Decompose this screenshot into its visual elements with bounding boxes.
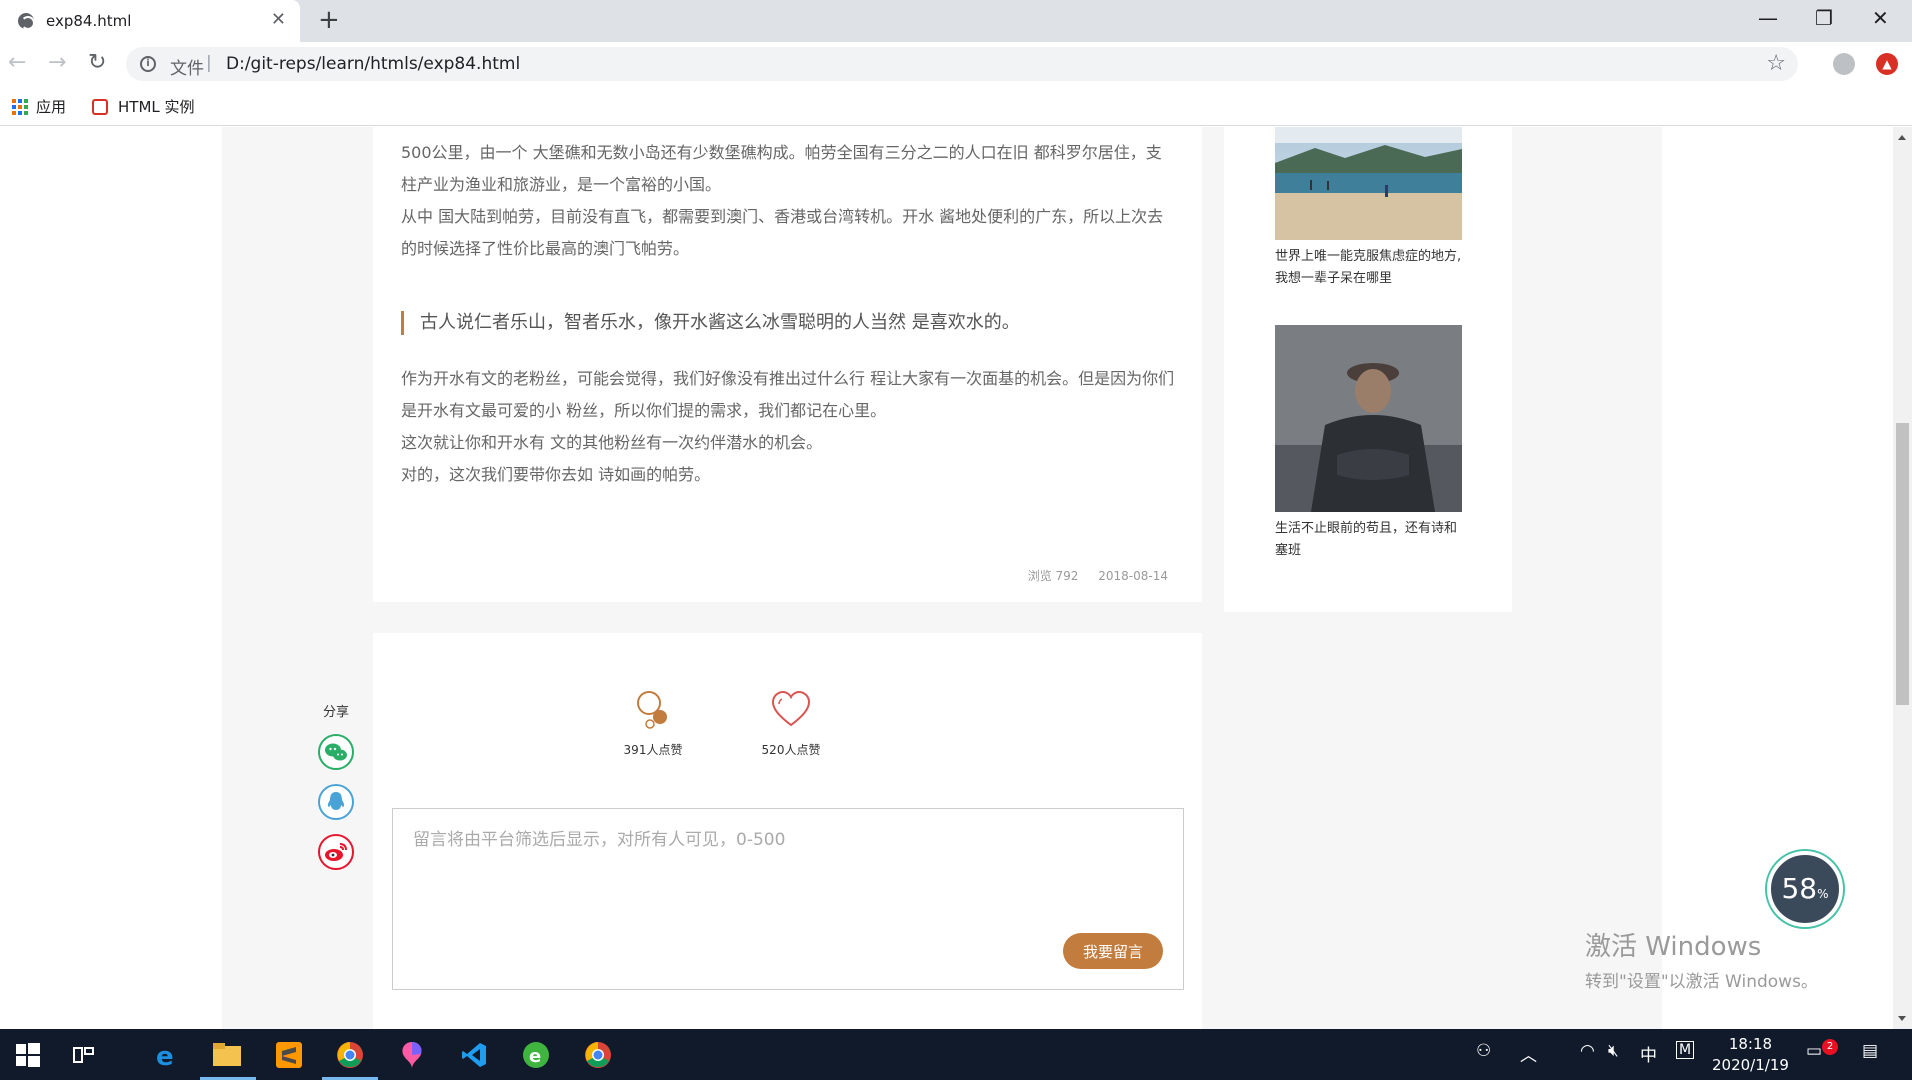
article-body: 500公里，由一个 大堡礁和无数小岛还有少数堡礁构成。帕劳全国有三分之二的人口在… xyxy=(373,127,1202,602)
notification-badge: 2 xyxy=(1822,1039,1838,1055)
address-separator: | xyxy=(206,53,212,73)
like-button-heart[interactable]: 520人点赞 xyxy=(751,689,831,758)
article-paragraph: 这次就让你和开水有 文的其他粉丝有一次约伴潜水的机会。 xyxy=(401,433,823,452)
address-bar[interactable]: i 文件 | D:/git-reps/learn/htmls/exp84.htm… xyxy=(126,47,1798,81)
publish-date: 2018-08-14 xyxy=(1098,569,1168,583)
close-window-button[interactable]: ✕ xyxy=(1872,6,1889,30)
article-quote: 古人说仁者乐山，智者乐水，像开水酱这么冰雪聪明的人当然 是喜欢水的。 xyxy=(401,311,1020,335)
view-count: 浏览 792 xyxy=(1027,569,1079,583)
browser-toolbar: ← → ↻ i 文件 | D:/git-reps/learn/htmls/exp… xyxy=(0,42,1912,86)
paint-app-icon[interactable] xyxy=(396,1039,428,1071)
scheme-label: 文件 xyxy=(170,59,204,79)
interaction-panel: 391人点赞 520人点赞 我要留言 xyxy=(373,633,1202,1029)
html-icon xyxy=(92,98,108,115)
bookmark-apps[interactable]: 应用 xyxy=(12,96,66,117)
profile-avatar-icon[interactable] xyxy=(1833,53,1855,75)
comment-box: 我要留言 xyxy=(392,808,1184,990)
like-count: 520人点赞 xyxy=(761,743,821,757)
article-paragraph: 对的，这次我们要带你去如 诗如画的帕劳。 xyxy=(401,465,711,484)
beach-photo[interactable] xyxy=(1275,127,1462,240)
weibo-icon[interactable] xyxy=(318,834,354,870)
scrollbar-thumb[interactable] xyxy=(1896,423,1909,705)
globe-icon xyxy=(18,13,35,30)
svg-text:e: e xyxy=(529,1046,541,1067)
minimize-button[interactable]: — xyxy=(1758,6,1778,30)
share-panel: 分享 xyxy=(316,701,356,870)
info-icon[interactable]: i xyxy=(140,56,156,72)
volume-muted-icon[interactable]: 🔇︎ xyxy=(1608,1041,1619,1061)
article-paragraph: 500公里，由一个 大堡礁和无数小岛还有少数堡礁构成。帕劳全国有三分之二的人口在… xyxy=(401,143,1162,194)
gauge-unit: % xyxy=(1817,887,1829,901)
start-icon[interactable] xyxy=(12,1039,44,1071)
browser-360-icon[interactable]: e xyxy=(520,1039,552,1071)
heart-icon xyxy=(771,690,811,727)
bookmarks-bar: 应用 HTML 实例 xyxy=(0,86,1912,126)
chrome-icon[interactable] xyxy=(334,1039,366,1071)
chevron-up-icon[interactable]: ︿ xyxy=(1520,1041,1537,1066)
like-count: 391人点赞 xyxy=(623,743,683,757)
bookmark-label: 应用 xyxy=(36,98,67,116)
tab-title: exp84.html xyxy=(46,12,132,30)
sublime-text-icon[interactable] xyxy=(273,1039,305,1071)
scroll-down-icon[interactable] xyxy=(1898,1016,1906,1021)
article-paragraph: 作为开水有文的老粉丝，可能会觉得，我们好像没有推出过什么行 程让大家有一次面基的… xyxy=(401,369,1175,420)
tab-strip: exp84.html ✕ + — ❐ ✕ xyxy=(0,0,1912,42)
bubbles-icon xyxy=(637,691,667,729)
restore-button[interactable]: ❐ xyxy=(1815,6,1833,30)
notifications-icon[interactable]: ▤ xyxy=(1862,1041,1878,1061)
browser-tab[interactable]: exp84.html ✕ xyxy=(0,0,300,42)
clock-time: 18:18 xyxy=(1728,1035,1773,1053)
bookmark-label: HTML 实例 xyxy=(118,98,195,116)
new-tab-button[interactable]: + xyxy=(318,6,340,34)
sidebar-card[interactable]: 世界上唯一能克服焦虑症的地方,我想一辈子呆在哪里 xyxy=(1275,127,1462,290)
scroll-up-icon[interactable] xyxy=(1898,135,1906,140)
people-icon[interactable]: ⚇ xyxy=(1476,1041,1491,1061)
bookmark-html-examples[interactable]: HTML 实例 xyxy=(92,96,195,117)
article-meta: 浏览 792 2018-08-14 xyxy=(1012,567,1168,584)
sidebar-caption[interactable]: 世界上唯一能克服焦虑症的地方,我想一辈子呆在哪里 xyxy=(1275,246,1462,290)
bookmark-star-icon[interactable]: ☆ xyxy=(1766,51,1786,76)
vscode-icon[interactable] xyxy=(458,1039,490,1071)
activation-watermark: 激活 Windows 转到"设置"以激活 Windows。 xyxy=(1585,926,1818,992)
share-label: 分享 xyxy=(322,705,349,720)
clock-date: 2020/1/19 xyxy=(1712,1056,1789,1074)
edge-icon[interactable]: e xyxy=(150,1039,182,1072)
back-button[interactable]: ← xyxy=(8,50,26,76)
sidebar-card[interactable]: 生活不止眼前的苟且，还有诗和塞班 xyxy=(1275,325,1462,562)
qq-icon[interactable] xyxy=(318,784,354,820)
url-text[interactable]: D:/git-reps/learn/htmls/exp84.html xyxy=(226,54,520,74)
comment-input[interactable] xyxy=(393,809,1183,989)
reload-button[interactable]: ↻ xyxy=(88,50,106,76)
forward-button[interactable]: → xyxy=(48,50,66,76)
chrome-icon[interactable] xyxy=(582,1039,614,1071)
wifi-icon[interactable]: ◠ xyxy=(1580,1041,1595,1061)
page-scrollbar[interactable] xyxy=(1893,127,1912,1029)
page-viewport: 500公里，由一个 大堡礁和无数小岛还有少数堡礁构成。帕劳全国有三分之二的人口在… xyxy=(0,127,1893,1029)
ime-mode-indicator[interactable]: M xyxy=(1676,1041,1695,1059)
action-center-icon[interactable]: ▭ xyxy=(1806,1041,1822,1061)
article-paragraph: 从中 国大陆到帕劳，目前没有直飞，都需要到澳门、香港或台湾转机。开水 酱地处便利… xyxy=(401,207,1164,258)
watermark-title: 激活 Windows xyxy=(1585,932,1762,962)
task-view-icon[interactable] xyxy=(68,1039,100,1071)
windows-taskbar: e e ⚇ ︿ ◠ 🔇︎ 中 M 18:18 2020/1/19 ▭ 2 ▤ xyxy=(0,1029,1912,1080)
svg-text:e: e xyxy=(156,1042,174,1069)
file-explorer-icon[interactable] xyxy=(211,1039,243,1071)
performance-gauge[interactable]: 58% xyxy=(1767,851,1843,927)
system-clock[interactable]: 18:18 2020/1/19 xyxy=(1712,1034,1789,1076)
old-man-photo[interactable] xyxy=(1275,325,1462,512)
submit-comment-button[interactable]: 我要留言 xyxy=(1063,933,1163,969)
extension-icon[interactable]: ▲ xyxy=(1876,53,1898,75)
like-button-bubbles[interactable]: 391人点赞 xyxy=(613,689,693,758)
watermark-subtitle: 转到"设置"以激活 Windows。 xyxy=(1585,972,1818,992)
sidebar: 世界上唯一能克服焦虑症的地方,我想一辈子呆在哪里 生活不止眼前的苟且，还有诗和塞… xyxy=(1224,127,1512,612)
sidebar-caption[interactable]: 生活不止眼前的苟且，还有诗和塞班 xyxy=(1275,518,1462,562)
ime-indicator[interactable]: 中 xyxy=(1640,1041,1657,1066)
apps-grid-icon xyxy=(12,98,28,115)
tab-close-icon[interactable]: ✕ xyxy=(271,9,286,30)
wechat-icon[interactable] xyxy=(318,734,354,770)
gauge-value: 58 xyxy=(1781,872,1818,905)
